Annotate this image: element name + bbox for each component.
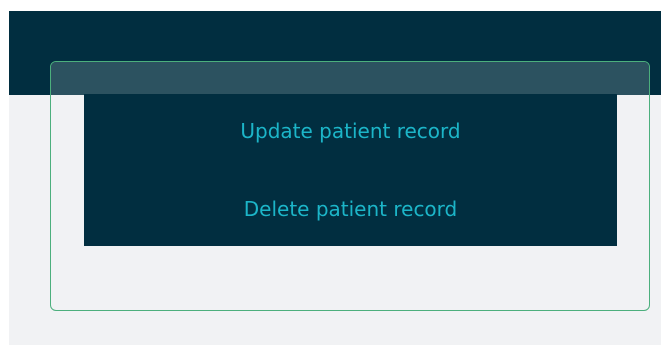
actions-dropdown-menu: Update patient record Delete patient rec… [84, 94, 617, 246]
delete-patient-record-menu-item[interactable]: Delete patient record [84, 197, 617, 221]
page: Update patient record Delete patient rec… [0, 0, 661, 345]
frame-header [51, 62, 649, 95]
update-patient-record-menu-item[interactable]: Update patient record [84, 119, 617, 143]
